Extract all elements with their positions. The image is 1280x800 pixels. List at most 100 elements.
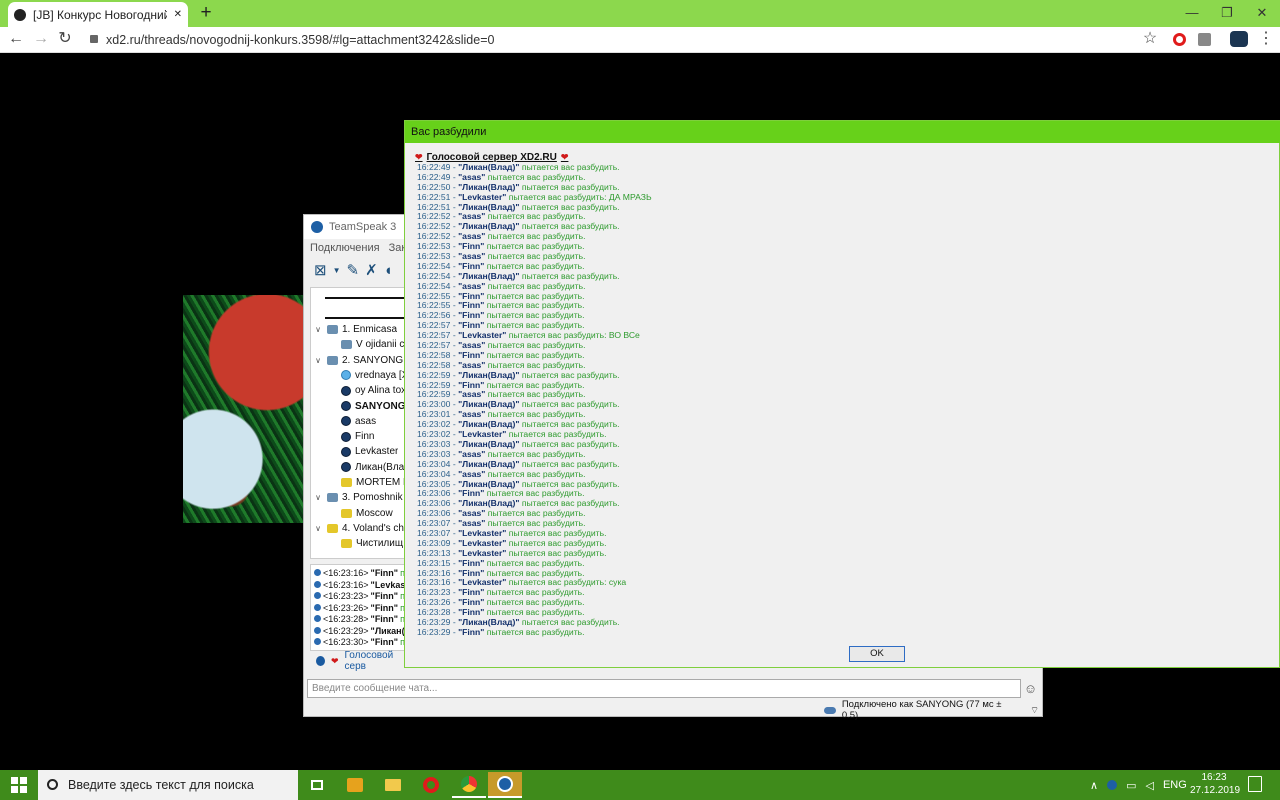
- poke-user[interactable]: "Ликан(Влад)": [458, 479, 519, 489]
- poke-user[interactable]: "Ликан(Влад)": [458, 271, 519, 281]
- tree-channel[interactable]: Moscow: [341, 506, 393, 521]
- poke-user[interactable]: "Ликан(Влад)": [458, 459, 519, 469]
- poke-user[interactable]: "Levkaster": [458, 192, 506, 202]
- tree-channel[interactable]: ∨ 1. Enmicasa: [313, 322, 397, 337]
- tray-expand-icon[interactable]: ∧: [1090, 779, 1098, 792]
- poke-user[interactable]: "Finn": [458, 291, 484, 301]
- log-user[interactable]: "Finn": [371, 614, 399, 624]
- poke-user[interactable]: "Levkaster": [458, 429, 506, 439]
- poke-user[interactable]: "Ликан(Влад)": [458, 498, 519, 508]
- poke-user[interactable]: "Ликан(Влад)": [458, 221, 519, 231]
- log-user[interactable]: "Finn": [371, 603, 399, 613]
- address-bar[interactable]: xd2.ru/threads/novogodnij-konkurs.3598/#…: [90, 30, 1150, 50]
- poke-user[interactable]: "asas": [458, 389, 485, 400]
- emoji-icon[interactable]: ☺: [1023, 681, 1038, 696]
- mute-icon[interactable]: ✗: [365, 261, 378, 279]
- tree-user[interactable]: asas: [341, 414, 376, 429]
- poke-user[interactable]: "Finn": [458, 597, 484, 607]
- chrome-icon[interactable]: [452, 772, 486, 798]
- poke-user[interactable]: "Finn": [458, 300, 484, 311]
- reload-icon[interactable]: ↻: [55, 29, 75, 49]
- volume-icon[interactable]: ◁: [1145, 779, 1153, 792]
- tree-user[interactable]: Ликан(Влад: [341, 460, 410, 475]
- tree-channel[interactable]: ∨ 3. Pomoshnik: [313, 490, 403, 505]
- chevron-down-icon[interactable]: ∨: [313, 353, 323, 368]
- poke-user[interactable]: "asas": [458, 449, 485, 459]
- tree-channel[interactable]: Чистилищ: [341, 536, 403, 551]
- poke-user[interactable]: "asas": [458, 508, 485, 518]
- poke-user[interactable]: "asas": [458, 231, 485, 241]
- poke-user[interactable]: "asas": [458, 518, 485, 528]
- tree-user[interactable]: SANYONG: [341, 399, 406, 414]
- poke-user[interactable]: "Levkaster": [458, 528, 506, 538]
- poke-user[interactable]: "Finn": [458, 558, 484, 568]
- poke-user[interactable]: "Levkaster": [458, 577, 506, 587]
- poke-user[interactable]: "Levkaster": [458, 538, 506, 548]
- poke-user[interactable]: "Finn": [458, 350, 484, 360]
- tree-channel[interactable]: ∨ 4. Voland's cha: [313, 521, 409, 536]
- dropdown-arrow-icon[interactable]: ▼: [333, 266, 341, 275]
- poke-user[interactable]: "Finn": [458, 488, 484, 498]
- poke-user[interactable]: "Finn": [458, 241, 484, 251]
- tree-user[interactable]: Levkaster: [341, 444, 398, 459]
- tab-close-icon[interactable]: ✕: [174, 9, 182, 20]
- poke-user[interactable]: "Levkaster": [458, 330, 506, 340]
- poke-user[interactable]: "Finn": [458, 310, 484, 320]
- poke-user[interactable]: "Finn": [458, 320, 484, 330]
- ok-button[interactable]: OK: [849, 646, 905, 662]
- poke-user[interactable]: "Finn": [458, 380, 484, 390]
- speaker-icon[interactable]: ◖: [384, 262, 393, 279]
- poke-user[interactable]: "Finn": [458, 261, 484, 271]
- file-explorer-icon[interactable]: [376, 772, 410, 798]
- tree-channel[interactable]: ∨ 2. SANYONG: [313, 353, 403, 368]
- poke-user[interactable]: "Finn": [458, 627, 484, 637]
- chevron-down-icon[interactable]: ∨: [313, 322, 323, 337]
- tree-channel[interactable]: V ojidanii ch: [341, 337, 410, 352]
- poke-user[interactable]: "asas": [458, 281, 485, 291]
- poke-user[interactable]: "asas": [458, 360, 485, 370]
- chevron-down-icon[interactable]: ∨: [313, 521, 323, 536]
- close-window-button[interactable]: ✕: [1252, 4, 1272, 22]
- taskbar-search[interactable]: Введите здесь текст для поиска: [38, 770, 298, 800]
- tree-user[interactable]: vrednaya [X: [341, 368, 408, 383]
- media-player-icon[interactable]: [338, 772, 372, 798]
- clock[interactable]: 16:23 27.12.2019: [1190, 771, 1240, 799]
- log-user[interactable]: "Finn": [371, 637, 399, 647]
- poke-user[interactable]: "asas": [458, 340, 485, 350]
- poke-user[interactable]: "Ликан(Влад)": [458, 439, 519, 449]
- log-user[interactable]: "Finn": [371, 568, 399, 578]
- browser-menu-icon[interactable]: ⋮: [1256, 29, 1276, 49]
- poke-user[interactable]: "asas": [458, 251, 485, 261]
- poke-user[interactable]: "Ликан(Влад)": [458, 617, 519, 627]
- bookmark-star-icon[interactable]: ☆: [1140, 29, 1160, 49]
- browser-tab[interactable]: [JB] Конкурс Новогодний конку ✕: [8, 2, 188, 27]
- extension-icon[interactable]: [1198, 33, 1211, 46]
- tree-user[interactable]: Finn: [341, 429, 374, 444]
- poke-user[interactable]: "asas": [458, 469, 485, 479]
- task-view-icon[interactable]: [300, 772, 334, 798]
- log-user[interactable]: "Finn": [371, 591, 399, 601]
- server-link[interactable]: ❤ Голосовой сервер XD2.RU ❤: [415, 151, 568, 163]
- away-icon[interactable]: ✎: [347, 261, 360, 279]
- teamspeak-taskbar-icon[interactable]: [488, 772, 522, 798]
- tree-user[interactable]: oy Alina tox: [341, 383, 406, 398]
- log-user[interactable]: "Levkas: [371, 580, 406, 590]
- opera-icon[interactable]: [414, 772, 448, 798]
- chevron-down-icon[interactable]: ∨: [313, 490, 323, 505]
- restore-button[interactable]: ❐: [1217, 4, 1237, 22]
- action-center-icon[interactable]: [1248, 776, 1262, 792]
- poke-user[interactable]: "Finn": [458, 568, 484, 578]
- language-indicator[interactable]: ENG: [1163, 779, 1187, 791]
- poke-user[interactable]: "Ликан(Влад)": [458, 202, 519, 212]
- chat-input[interactable]: Введите сообщение чата...: [307, 679, 1021, 698]
- notification-icon[interactable]: ▭: [1126, 779, 1136, 792]
- poke-user[interactable]: "Ликан(Влад)": [458, 419, 519, 429]
- poke-user[interactable]: "Finn": [458, 607, 484, 617]
- poke-user[interactable]: "Ликан(Влад)": [458, 399, 519, 409]
- forward-arrow-icon[interactable]: →: [31, 29, 51, 49]
- minimize-button[interactable]: —: [1182, 4, 1202, 22]
- connect-icon[interactable]: ⊠: [314, 261, 327, 279]
- poke-user[interactable]: "Levkaster": [458, 548, 506, 558]
- poke-user[interactable]: "Ликан(Влад)": [458, 182, 519, 192]
- profile-avatar[interactable]: [1230, 31, 1248, 47]
